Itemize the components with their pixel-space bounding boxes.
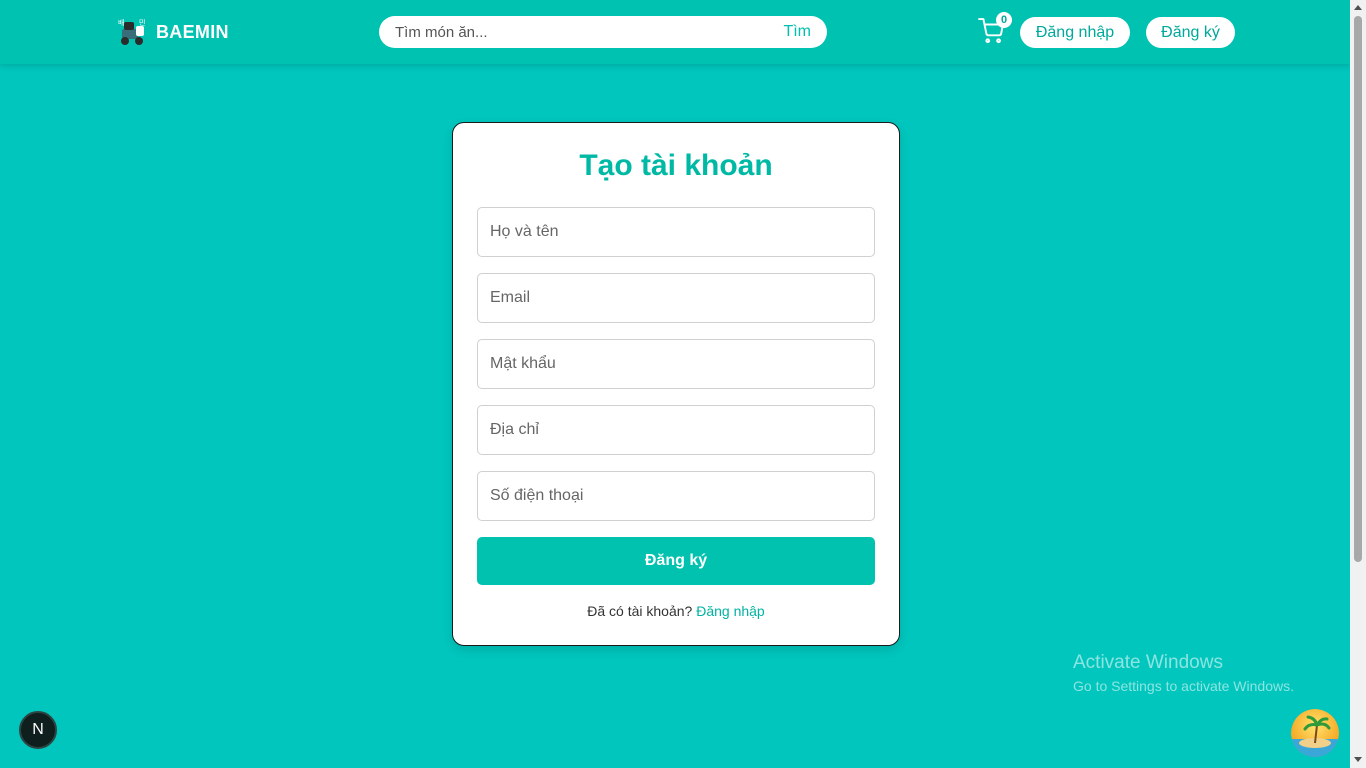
watermark-subtitle: Go to Settings to activate Windows.: [1073, 678, 1294, 694]
scroll-thumb[interactable]: [1354, 16, 1362, 562]
search-input[interactable]: [395, 23, 784, 41]
submit-register-button[interactable]: Đăng ký: [477, 537, 875, 585]
form-title: Tạo tài khoản: [579, 149, 773, 182]
svg-text:배: 배: [118, 18, 124, 27]
svg-text:민: 민: [139, 18, 145, 27]
scroll-down-arrow-icon[interactable]: [1354, 757, 1362, 762]
search-button[interactable]: Tìm: [783, 23, 811, 41]
scroll-up-arrow-icon[interactable]: [1354, 5, 1362, 10]
login-prompt-text: Đã có tài khoản?: [587, 603, 693, 619]
password-field[interactable]: [477, 339, 875, 389]
email-field[interactable]: [477, 273, 875, 323]
brand-logo[interactable]: 배 민 BAEMIN: [116, 16, 229, 48]
cart-count-badge: 0: [996, 12, 1012, 28]
top-navbar: 배 민 BAEMIN Tìm 0 Đăng nhập Đăng ký: [0, 0, 1350, 64]
watermark-title: Activate Windows: [1073, 652, 1223, 673]
nextjs-dev-badge[interactable]: N: [19, 711, 57, 749]
windows-activation-watermark: Activate Windows Go to Settings to activ…: [1073, 652, 1294, 694]
login-prompt: Đã có tài khoản? Đăng nhập: [453, 603, 899, 619]
brand-name: BAEMIN: [156, 21, 229, 42]
phone-field[interactable]: [477, 471, 875, 521]
address-field[interactable]: [477, 405, 875, 455]
beach-avatar-icon[interactable]: [1291, 709, 1339, 757]
register-button[interactable]: Đăng ký: [1146, 17, 1235, 48]
cart-button[interactable]: 0: [978, 12, 1012, 48]
page-scrollbar[interactable]: [1350, 0, 1366, 768]
fullname-field[interactable]: [477, 207, 875, 257]
register-card: Tạo tài khoản Đăng ký Đã có tài khoản? Đ…: [452, 122, 900, 646]
search-bar: Tìm: [379, 16, 827, 48]
login-button[interactable]: Đăng nhập: [1020, 17, 1130, 48]
login-link[interactable]: Đăng nhập: [696, 603, 765, 619]
scooter-logo-icon: 배 민: [118, 18, 145, 45]
